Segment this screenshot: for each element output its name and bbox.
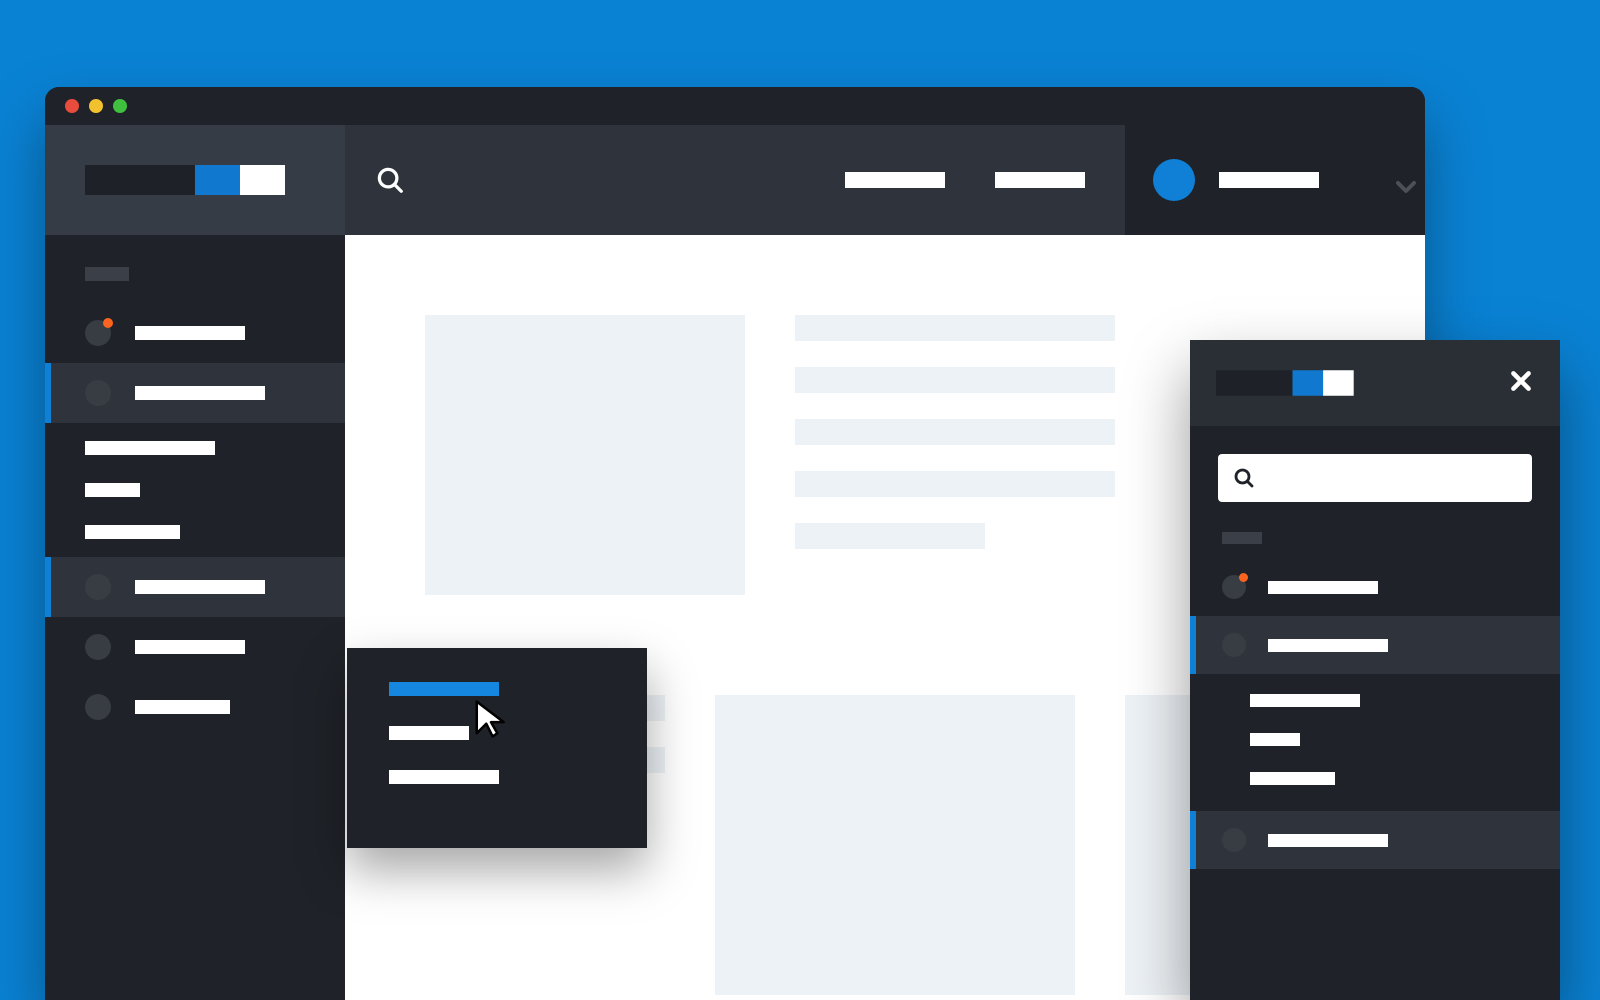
nav-link-2[interactable]: [995, 172, 1085, 188]
popup-subnav: [1218, 674, 1532, 803]
sidebar-subitem[interactable]: [85, 525, 180, 539]
text-line: [795, 315, 1115, 341]
text-line: [795, 471, 1115, 497]
search-icon: [375, 165, 405, 195]
popup-item-label: [1268, 581, 1378, 594]
popup-item-icon: [1222, 633, 1246, 657]
sidebar-item-label: [135, 700, 230, 714]
search-button[interactable]: [345, 125, 435, 235]
sidebar-subitem[interactable]: [85, 441, 215, 455]
sidebar-item-3[interactable]: [45, 557, 345, 617]
popup-subitem[interactable]: [1250, 733, 1300, 746]
sidebar-item-icon: [85, 320, 111, 346]
sidebar-item-icon: [85, 634, 111, 660]
text-line: [795, 523, 985, 549]
window-titlebar: [45, 87, 1425, 125]
user-menu[interactable]: [1125, 125, 1425, 235]
user-name: [1219, 172, 1319, 188]
close-icon: [1508, 368, 1534, 394]
user-avatar: [1153, 159, 1195, 201]
popup-header: [1190, 340, 1560, 426]
content-text-block: [795, 315, 1115, 595]
popup-close-button[interactable]: [1508, 368, 1534, 399]
sidebar-item-icon: [85, 574, 111, 600]
content-card: [715, 695, 1075, 995]
sidebar-item-4[interactable]: [45, 617, 345, 677]
app-logo: [85, 165, 285, 195]
popup-item-label: [1268, 639, 1388, 652]
logo-area[interactable]: [45, 125, 345, 235]
context-menu: [347, 648, 647, 848]
content-card-image: [425, 315, 745, 595]
sidebar-item-icon: [85, 380, 111, 406]
sidebar-item-2[interactable]: [45, 363, 345, 423]
sidebar-item-5[interactable]: [45, 677, 345, 737]
header: [45, 125, 1425, 235]
popup-item-icon: [1222, 828, 1246, 852]
sidebar-item-1[interactable]: [45, 303, 345, 363]
context-menu-item[interactable]: [389, 682, 499, 696]
window-minimize-button[interactable]: [89, 99, 103, 113]
popup-logo: [1216, 370, 1354, 396]
notification-dot-icon: [1239, 573, 1248, 582]
sidebar-subnav: [45, 423, 345, 557]
popup-subitem[interactable]: [1250, 772, 1335, 785]
sidebar-subitem[interactable]: [85, 483, 140, 497]
popup-search-input[interactable]: [1218, 454, 1532, 502]
sidebar-section-heading: [85, 267, 129, 281]
context-menu-item[interactable]: [389, 770, 499, 784]
sidebar-item-label: [135, 640, 245, 654]
text-line: [795, 419, 1115, 445]
popup-window: [1190, 340, 1560, 1000]
popup-item-icon: [1222, 575, 1246, 599]
header-nav: [845, 125, 1125, 235]
sidebar-item-label: [135, 580, 265, 594]
search-icon: [1232, 466, 1256, 490]
window-zoom-button[interactable]: [113, 99, 127, 113]
sidebar: [45, 235, 345, 1000]
sidebar-item-label: [135, 386, 265, 400]
popup-subitem[interactable]: [1250, 694, 1360, 707]
popup-item-3[interactable]: [1190, 811, 1560, 869]
popup-item-label: [1268, 834, 1388, 847]
popup-item-1[interactable]: [1190, 558, 1560, 616]
sidebar-item-icon: [85, 694, 111, 720]
notification-dot-icon: [103, 318, 113, 328]
window-close-button[interactable]: [65, 99, 79, 113]
popup-section-heading: [1222, 532, 1262, 544]
context-menu-item[interactable]: [389, 726, 469, 740]
popup-item-2[interactable]: [1190, 616, 1560, 674]
text-line: [795, 367, 1115, 393]
sidebar-item-label: [135, 326, 245, 340]
nav-link-1[interactable]: [845, 172, 945, 188]
